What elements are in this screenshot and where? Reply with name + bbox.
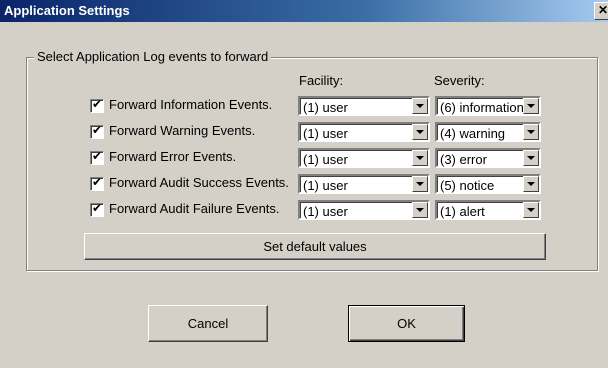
row-error: Forward Error Events. (1) user (3) error [90,148,550,170]
facility-column-header: Facility: [299,73,344,88]
close-icon: ✕ [597,3,608,17]
chevron-down-icon[interactable] [412,176,428,192]
audit-failure-label: Forward Audit Failure Events. [109,201,280,216]
chevron-down-icon[interactable] [412,150,428,166]
warning-checkbox[interactable] [90,123,104,139]
audit-failure-checkbox[interactable] [90,201,104,217]
chevron-down-icon[interactable] [523,124,539,140]
chevron-down-icon[interactable] [523,202,539,218]
warning-facility-select[interactable]: (1) user [298,122,430,142]
chevron-down-icon[interactable] [412,124,428,140]
close-button[interactable]: ✕ [594,2,608,20]
set-default-values-button[interactable]: Set default values [84,233,546,260]
warning-label: Forward Warning Events. [109,123,256,138]
information-label: Forward Information Events. [109,97,273,112]
ok-button[interactable]: OK [348,305,465,342]
audit-success-facility-select[interactable]: (1) user [298,174,430,194]
cancel-button[interactable]: Cancel [148,305,268,342]
error-checkbox[interactable] [90,149,104,165]
error-label: Forward Error Events. [109,149,237,164]
error-facility-select[interactable]: (1) user [298,148,430,168]
chevron-down-icon[interactable] [412,98,428,114]
error-severity-select[interactable]: (3) error [435,148,541,168]
information-severity-select[interactable]: (6) information [435,96,541,116]
warning-severity-select[interactable]: (4) warning [435,122,541,142]
row-audit-failure: Forward Audit Failure Events. (1) user (… [90,200,550,222]
chevron-down-icon[interactable] [412,202,428,218]
title-bar: Application Settings ✕ [0,0,608,22]
row-warning: Forward Warning Events. (1) user (4) war… [90,122,550,144]
window-title: Application Settings [4,3,130,18]
chevron-down-icon[interactable] [523,98,539,114]
information-facility-select[interactable]: (1) user [298,96,430,116]
audit-success-severity-select[interactable]: (5) notice [435,174,541,194]
audit-success-checkbox[interactable] [90,175,104,191]
severity-column-header: Severity: [434,73,485,88]
row-audit-success: Forward Audit Success Events. (1) user (… [90,174,550,196]
audit-success-label: Forward Audit Success Events. [109,175,289,190]
chevron-down-icon[interactable] [523,150,539,166]
chevron-down-icon[interactable] [523,176,539,192]
group-label: Select Application Log events to forward [34,49,272,64]
information-checkbox[interactable] [90,97,104,113]
audit-failure-facility-select[interactable]: (1) user [298,200,430,220]
row-information: Forward Information Events. (1) user (6)… [90,96,550,118]
audit-failure-severity-select[interactable]: (1) alert [435,200,541,220]
